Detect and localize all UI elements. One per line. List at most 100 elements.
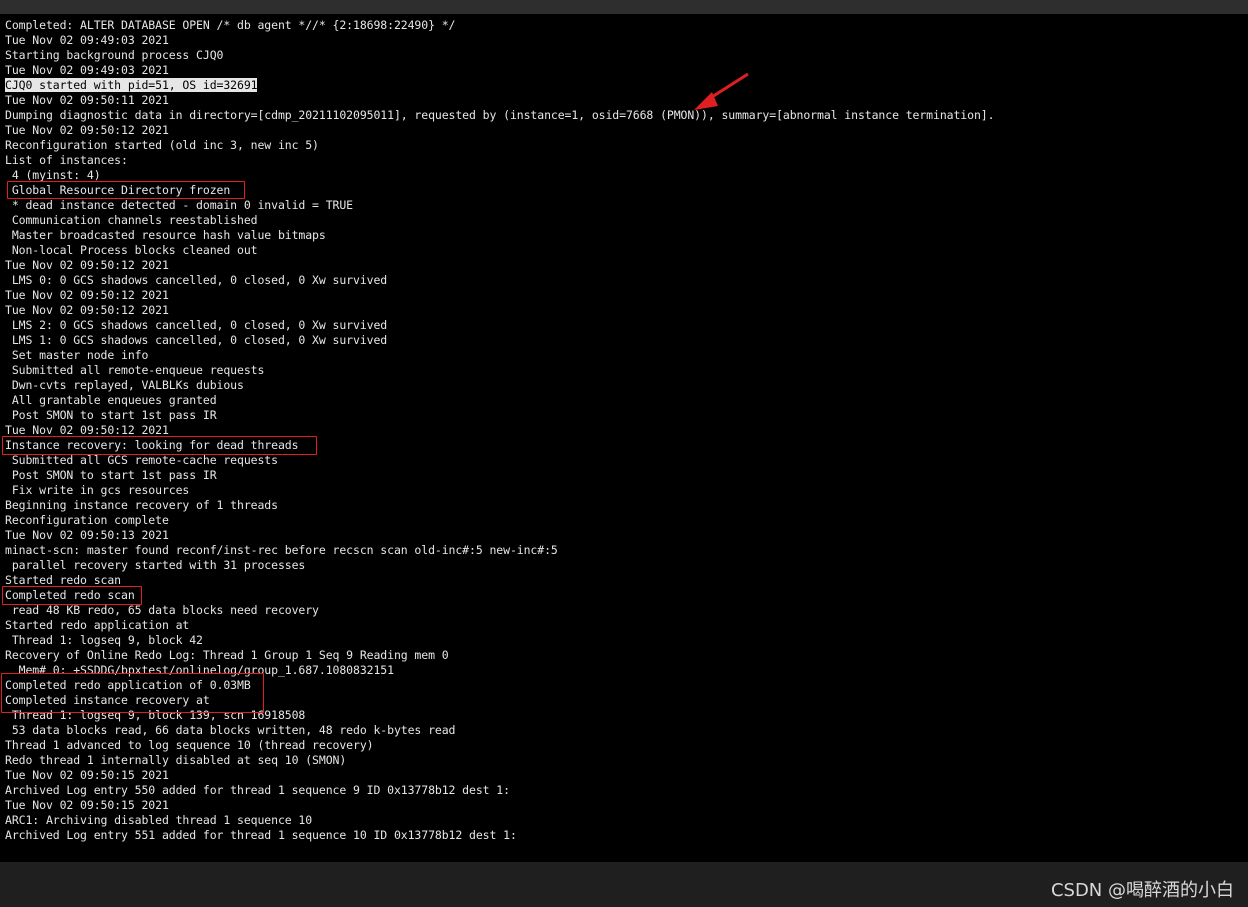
log-line: Completed: ALTER DATABASE OPEN /* db age… (5, 18, 994, 33)
log-line: Completed instance recovery at (5, 693, 994, 708)
log-line-text: Tue Nov 02 09:50:15 2021 (5, 798, 169, 812)
log-line: Thread 1 advanced to log sequence 10 (th… (5, 738, 994, 753)
log-line-text: Non-local Process blocks cleaned out (5, 243, 258, 257)
log-line-text: Reconfiguration started (old inc 3, new … (5, 138, 319, 152)
log-line: minact-scn: master found reconf/inst-rec… (5, 543, 994, 558)
log-line-text: Completed redo application of 0.03MB (5, 678, 251, 692)
log-line: Thread 1: logseq 9, block 42 (5, 633, 994, 648)
log-line-selected: CJQ0 started with pid=51, OS id=32691 (5, 78, 994, 93)
log-line: parallel recovery started with 31 proces… (5, 558, 994, 573)
log-line: Dwn-cvts replayed, VALBLKs dubious (5, 378, 994, 393)
red-arrow-icon (694, 72, 749, 110)
log-line: List of instances: (5, 153, 994, 168)
log-line-text: Beginning instance recovery of 1 threads (5, 498, 278, 512)
log-line-text: Thread 1 advanced to log sequence 10 (th… (5, 738, 374, 752)
log-line-text: read 48 KB redo, 65 data blocks need rec… (5, 603, 319, 617)
log-line-text: All grantable enqueues granted (5, 393, 217, 407)
log-line-text: * dead instance detected - domain 0 inva… (5, 198, 354, 212)
log-line-text: Communication channels reestablished (5, 213, 258, 227)
log-line: LMS 0: 0 GCS shadows cancelled, 0 closed… (5, 273, 994, 288)
log-line-text: Tue Nov 02 09:50:15 2021 (5, 768, 169, 782)
log-line-text: Redo thread 1 internally disabled at seq… (5, 753, 347, 767)
log-line: All grantable enqueues granted (5, 393, 994, 408)
csdn-watermark: CSDN @喝醉酒的小白 (1050, 880, 1234, 901)
log-line-text: Tue Nov 02 09:50:12 2021 (5, 288, 169, 302)
log-line-text: Completed redo scan (5, 588, 135, 602)
log-line-text: LMS 0: 0 GCS shadows cancelled, 0 closed… (5, 273, 388, 287)
log-line: Tue Nov 02 09:50:12 2021 (5, 288, 994, 303)
log-line: read 48 KB redo, 65 data blocks need rec… (5, 603, 994, 618)
log-line-text: Tue Nov 02 09:50:12 2021 (5, 303, 169, 317)
log-line: Tue Nov 02 09:50:12 2021 (5, 423, 994, 438)
log-line-text: Thread 1: logseq 9, block 139, scn 16918… (5, 708, 306, 722)
log-line: 4 (myinst: 4) (5, 168, 994, 183)
log-line: Communication channels reestablished (5, 213, 994, 228)
log-line: Archived Log entry 551 added for thread … (5, 828, 994, 843)
log-line: Starting background process CJQ0 (5, 48, 994, 63)
log-line-text: Reconfiguration complete (5, 513, 169, 527)
log-line-text: Submitted all remote-enqueue requests (5, 363, 265, 377)
log-lines: Completed: ALTER DATABASE OPEN /* db age… (5, 18, 995, 843)
log-line-text: List of instances: (5, 153, 128, 167)
log-line: 53 data blocks read, 66 data blocks writ… (5, 723, 994, 738)
log-line: Completed redo application of 0.03MB (5, 678, 994, 693)
log-line-text: Completed instance recovery at (5, 693, 210, 707)
log-line: Master broadcasted resource hash value b… (5, 228, 994, 243)
log-line: Reconfiguration started (old inc 3, new … (5, 138, 994, 153)
log-line: Archived Log entry 550 added for thread … (5, 783, 994, 798)
log-line-text: Submitted all GCS remote-cache requests (5, 453, 278, 467)
log-line-text: Tue Nov 02 09:49:03 2021 (5, 33, 169, 47)
log-line: Tue Nov 02 09:50:11 2021 (5, 93, 994, 108)
terminal-output[interactable]: Completed: ALTER DATABASE OPEN /* db age… (0, 14, 1248, 862)
log-line: Reconfiguration complete (5, 513, 994, 528)
log-line-text: Mem# 0: +SSDDG/bpxtest/onlinelog/group_1… (5, 663, 394, 677)
log-line: Beginning instance recovery of 1 threads (5, 498, 994, 513)
log-line-text: Starting background process CJQ0 (5, 48, 224, 62)
log-line-text: Tue Nov 02 09:49:03 2021 (5, 63, 169, 77)
log-line-text: Dumping diagnostic data in directory=[cd… (5, 108, 995, 122)
log-line-text: Started redo application at (5, 618, 190, 632)
bottom-bar: CSDN @喝醉酒的小白 (0, 862, 1248, 907)
log-line: Tue Nov 02 09:50:12 2021 (5, 303, 994, 318)
log-line: Redo thread 1 internally disabled at seq… (5, 753, 994, 768)
log-line: Post SMON to start 1st pass IR (5, 468, 994, 483)
log-line-text: Dwn-cvts replayed, VALBLKs dubious (5, 378, 244, 392)
log-line-text: Archived Log entry 551 added for thread … (5, 828, 517, 842)
log-line: Recovery of Online Redo Log: Thread 1 Gr… (5, 648, 994, 663)
log-line-text: Master broadcasted resource hash value b… (5, 228, 326, 242)
log-line-text: Tue Nov 02 09:50:12 2021 (5, 258, 169, 272)
log-line: Thread 1: logseq 9, block 139, scn 16918… (5, 708, 994, 723)
log-line-text: Post SMON to start 1st pass IR (5, 468, 217, 482)
log-line: Post SMON to start 1st pass IR (5, 408, 994, 423)
log-line: Tue Nov 02 09:49:03 2021 (5, 63, 994, 78)
log-line-text: Thread 1: logseq 9, block 42 (5, 633, 203, 647)
log-line-text: Global Resource Directory frozen (5, 183, 231, 197)
log-line-text: CJQ0 started with pid=51, OS id=32691 (5, 78, 258, 92)
log-line-text: 4 (myinst: 4) (5, 168, 101, 182)
log-line: Mem# 0: +SSDDG/bpxtest/onlinelog/group_1… (5, 663, 994, 678)
log-line-text: parallel recovery started with 31 proces… (5, 558, 306, 572)
log-line-text: minact-scn: master found reconf/inst-rec… (5, 543, 558, 557)
log-line: Tue Nov 02 09:50:15 2021 (5, 798, 994, 813)
log-line-text: Started redo scan (5, 573, 122, 587)
log-line-text: Post SMON to start 1st pass IR (5, 408, 217, 422)
log-line-text: LMS 2: 0 GCS shadows cancelled, 0 closed… (5, 318, 388, 332)
log-line: LMS 2: 0 GCS shadows cancelled, 0 closed… (5, 318, 994, 333)
log-line-text: ARC1: Archiving disabled thread 1 sequen… (5, 813, 313, 827)
log-line: Tue Nov 02 09:50:13 2021 (5, 528, 994, 543)
log-line: Completed redo scan (5, 588, 994, 603)
log-line-text: Tue Nov 02 09:50:13 2021 (5, 528, 169, 542)
window-top-strip (0, 0, 1248, 14)
log-line: Dumping diagnostic data in directory=[cd… (5, 108, 995, 123)
log-line-text: Fix write in gcs resources (5, 483, 190, 497)
log-line-text: Tue Nov 02 09:50:11 2021 (5, 93, 169, 107)
log-line: Tue Nov 02 09:50:15 2021 (5, 768, 994, 783)
log-line: LMS 1: 0 GCS shadows cancelled, 0 closed… (5, 333, 994, 348)
log-line: ARC1: Archiving disabled thread 1 sequen… (5, 813, 994, 828)
log-line: Tue Nov 02 09:50:12 2021 (5, 258, 994, 273)
log-line: Submitted all GCS remote-cache requests (5, 453, 994, 468)
log-line-text: Instance recovery: looking for dead thre… (5, 438, 299, 452)
log-line: Fix write in gcs resources (5, 483, 994, 498)
log-line-text: 53 data blocks read, 66 data blocks writ… (5, 723, 456, 737)
log-line: Non-local Process blocks cleaned out (5, 243, 994, 258)
